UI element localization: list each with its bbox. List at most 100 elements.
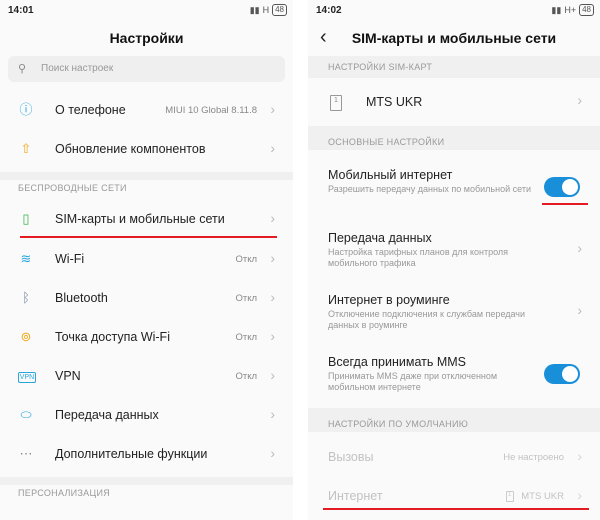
vpn-icon: VPN (18, 372, 36, 383)
mobile-internet-item[interactable]: Мобильный интернет Разрешить передачу да… (308, 160, 600, 220)
settings-item-data-transfer[interactable]: ⬭ Передача данных › (0, 396, 293, 435)
battery-icon: 48 (272, 4, 287, 16)
back-arrow-icon[interactable]: ‹ (320, 22, 327, 52)
sim-card-number: 1 (508, 492, 512, 498)
signal-icon: ▮▮ (249, 4, 260, 15)
status-bar: 14:01 ▮▮ H 48 (0, 0, 293, 22)
section-divider (0, 172, 293, 180)
info-icon: ⓘ (19, 102, 33, 117)
chevron-right-icon: › (577, 92, 582, 108)
mobile-internet-subtitle: Разрешить передачу данных по мобильной с… (328, 184, 531, 194)
status-bar: 14:02 ▮▮ H+ 48 (308, 0, 600, 22)
chevron-right-icon: › (270, 406, 275, 422)
roaming-subtitle: Отключение подключения к службам передач… (328, 309, 526, 330)
sim-card-number: 1 (334, 97, 338, 104)
section-header-personalization: ПЕРСОНАЛИЗАЦИЯ (18, 488, 111, 498)
settings-item-value: Откл (235, 332, 257, 343)
default-internet-title: Интернет (328, 489, 383, 503)
mobile-internet-toggle[interactable] (544, 177, 580, 197)
chevron-right-icon: › (577, 487, 582, 503)
settings-item-wifi[interactable]: ≋ Wi-Fi Откл › (0, 240, 293, 279)
chevron-right-icon: › (270, 289, 275, 305)
page-title: SIM-карты и мобильные сети (351, 30, 557, 46)
highlight-underline (20, 236, 277, 238)
search-placeholder: Поиск настроек (41, 63, 114, 74)
settings-item-value: Откл (235, 254, 257, 265)
sim-settings-screen: 14:02 ▮▮ H+ 48 ‹ SIM-карты и мобильные с… (308, 0, 600, 520)
mms-title: Всегда принимать MMS (328, 355, 466, 369)
page-title: Настройки (109, 30, 184, 46)
settings-item-bluetooth[interactable]: ᛒ Bluetooth Откл › (0, 279, 293, 318)
chevron-right-icon: › (270, 445, 275, 461)
section-header-basic: ОСНОВНЫЕ НАСТРОЙКИ (328, 137, 445, 147)
chevron-right-icon: › (270, 140, 275, 156)
search-icon: ⚲ (18, 63, 27, 75)
status-time: 14:01 (8, 5, 34, 16)
mms-subtitle: Принимать MMS даже при отключенном мобил… (328, 371, 498, 392)
sim-card-icon: 1 (506, 491, 514, 502)
settings-item-hotspot[interactable]: ⊚ Точка доступа Wi-Fi Откл › (0, 318, 293, 357)
page-title-bar: ‹ SIM-карты и мобильные сети (308, 22, 600, 54)
section-divider (0, 477, 293, 485)
mms-toggle[interactable] (544, 364, 580, 384)
chevron-right-icon: › (577, 448, 582, 464)
settings-item-label: SIM-карты и мобильные сети (55, 212, 225, 226)
section-header-default: НАСТРОЙКИ ПО УМОЛЧАНИЮ (328, 419, 469, 429)
settings-item-label: О телефоне (55, 103, 126, 117)
data-icon: ⬭ (20, 407, 32, 422)
chevron-right-icon: › (270, 250, 275, 266)
default-internet-item[interactable]: Интернет 1 MTS UKR › (308, 478, 600, 516)
settings-item-value: MIUI 10 Global 8.11.8 (165, 105, 257, 116)
settings-item-label: Wi-Fi (55, 252, 85, 266)
status-time: 14:02 (316, 5, 342, 16)
data-transfer-subtitle: Настройка тарифных планов для контроля м… (328, 247, 509, 268)
chevron-right-icon: › (270, 210, 275, 226)
mobile-internet-title: Мобильный интернет (328, 168, 453, 182)
default-calls-value: Не настроено (503, 452, 564, 463)
settings-item-label: Bluetooth (55, 291, 108, 305)
settings-item-value: Откл (235, 371, 257, 382)
settings-item-label: Дополнительные функции (55, 447, 208, 461)
chevron-right-icon: › (577, 302, 582, 318)
sim-card-name: MTS UKR (366, 95, 423, 109)
wifi-icon: ≋ (20, 251, 32, 266)
settings-item-label: VPN (55, 369, 81, 383)
default-calls-title: Вызовы (328, 450, 374, 464)
bluetooth-icon: ᛒ (22, 290, 30, 305)
highlight-underline (542, 203, 588, 205)
more-icon: ⋯ (19, 446, 33, 461)
settings-item-sim-cards[interactable]: ▯ SIM-карты и мобильные сети › (0, 200, 293, 239)
chevron-right-icon: › (270, 367, 275, 383)
settings-item-label: Передача данных (55, 408, 159, 422)
battery-icon: 48 (579, 4, 594, 16)
network-type: H+ (564, 5, 577, 15)
default-internet-value: MTS UKR (521, 491, 564, 502)
data-transfer-title: Передача данных (328, 231, 432, 245)
chevron-right-icon: › (270, 101, 275, 117)
signal-icon: ▮▮ (551, 4, 562, 15)
settings-item-label: Точка доступа Wi-Fi (55, 330, 170, 344)
sim-card-icon: 1 (330, 95, 342, 111)
settings-item-about-phone[interactable]: ⓘ О телефоне MIUI 10 Global 8.11.8 › (0, 91, 293, 130)
search-input[interactable]: ⚲ Поиск настроек (8, 56, 285, 82)
settings-item-value: Откл (235, 293, 257, 304)
highlight-underline (323, 508, 589, 510)
sim-icon: ▯ (22, 211, 30, 226)
section-header-wireless: БЕСПРОВОДНЫЕ СЕТИ (18, 183, 127, 193)
settings-item-more-functions[interactable]: ⋯ Дополнительные функции › (0, 435, 293, 474)
default-calls-item[interactable]: Вызовы Не настроено › (308, 438, 600, 476)
hotspot-icon: ⊚ (20, 329, 32, 344)
settings-screen: 14:01 ▮▮ H 48 Настройки ⚲ Поиск настроек… (0, 0, 293, 520)
settings-item-update-components[interactable]: ⇧ Обновление компонентов › (0, 130, 293, 169)
data-transfer-item[interactable]: Передача данных Настройка тарифных плано… (308, 222, 600, 282)
mms-item[interactable]: Всегда принимать MMS Принимать MMS даже … (308, 346, 600, 406)
chevron-right-icon: › (270, 328, 275, 344)
chevron-right-icon: › (577, 240, 582, 256)
update-icon: ⇧ (20, 141, 32, 156)
section-header-sim: НАСТРОЙКИ SIM-КАРТ (328, 62, 433, 72)
roaming-title: Интернет в роуминге (328, 293, 450, 307)
roaming-item[interactable]: Интернет в роуминге Отключение подключен… (308, 284, 600, 344)
settings-item-vpn[interactable]: VPN VPN Откл › (0, 357, 293, 396)
sim-card-item[interactable]: 1 MTS UKR › (308, 80, 600, 124)
network-type: H (262, 5, 270, 15)
